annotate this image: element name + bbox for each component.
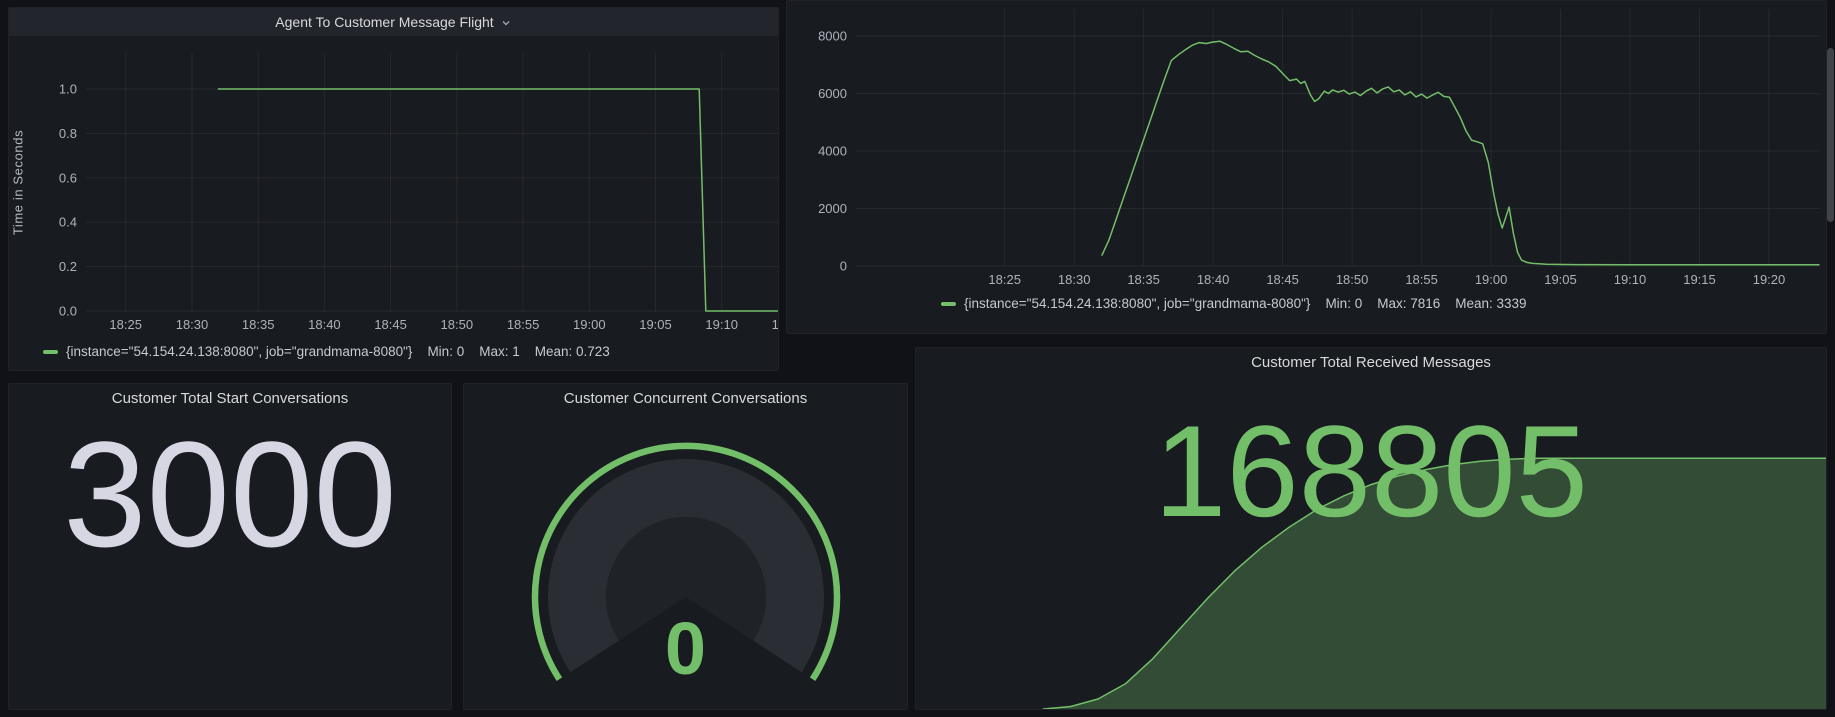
svg-text:18:40: 18:40 <box>308 317 341 332</box>
svg-text:18:50: 18:50 <box>441 317 474 332</box>
panel-title: Customer Total Received Messages <box>916 354 1826 371</box>
panel-agent-to-customer-message-flight: Agent To Customer Message Flight Time in… <box>8 7 779 371</box>
stat-value: 3000 <box>9 412 451 577</box>
svg-text:18:45: 18:45 <box>1266 272 1299 287</box>
legend-mean: Mean: 3339 <box>1455 296 1526 311</box>
panel-customer-total-start-conversations: Customer Total Start Conversations 3000 <box>8 383 452 710</box>
legend-series-name[interactable]: {instance="54.154.24.138:8080", job="gra… <box>964 296 1310 311</box>
series-color-marker[interactable] <box>941 302 956 306</box>
svg-text:0.2: 0.2 <box>59 259 77 274</box>
svg-text:18:35: 18:35 <box>242 317 275 332</box>
svg-text:19:10: 19:10 <box>705 317 738 332</box>
stat-value: 168805 <box>916 401 1826 541</box>
rate-timeseries-chart[interactable]: 18:25 18:30 18:35 18:40 18:45 18:50 18:55 19:00… <box>787 1 1826 297</box>
svg-text:1.0: 1.0 <box>59 82 77 97</box>
svg-text:8000: 8000 <box>818 29 847 44</box>
svg-text:18:45: 18:45 <box>374 317 407 332</box>
svg-text:4000: 4000 <box>818 144 847 159</box>
svg-text:18:55: 18:55 <box>507 317 540 332</box>
svg-text:19:15: 19:15 <box>772 317 779 332</box>
svg-text:0: 0 <box>840 259 847 274</box>
svg-text:19:10: 19:10 <box>1614 272 1647 287</box>
svg-text:0.0: 0.0 <box>59 304 77 319</box>
svg-text:0.8: 0.8 <box>59 126 77 141</box>
legend-max: Max: 7816 <box>1377 296 1440 311</box>
panel-customer-concurrent-conversations: Customer Concurrent Conversations 0 <box>463 383 908 710</box>
svg-text:6000: 6000 <box>818 86 847 101</box>
panel-title: Customer Total Start Conversations <box>9 390 451 407</box>
panel-received-rate: 18:25 18:30 18:35 18:40 18:45 18:50 18:55 19:00… <box>786 0 1827 334</box>
svg-text:18:50: 18:50 <box>1336 272 1369 287</box>
scrollbar-thumb[interactable] <box>1827 48 1834 222</box>
svg-text:19:05: 19:05 <box>639 317 672 332</box>
svg-text:19:00: 19:00 <box>1475 272 1508 287</box>
legend: {instance="54.154.24.138:8080", job="gra… <box>941 296 1527 311</box>
svg-text:18:40: 18:40 <box>1197 272 1230 287</box>
svg-text:18:25: 18:25 <box>988 272 1021 287</box>
legend: {instance="54.154.24.138:8080", job="gra… <box>43 344 610 359</box>
svg-text:19:05: 19:05 <box>1544 272 1577 287</box>
svg-text:19:00: 19:00 <box>573 317 606 332</box>
legend-max: Max: 1 <box>479 344 520 359</box>
svg-text:18:30: 18:30 <box>1058 272 1091 287</box>
panel-customer-total-received-messages: Customer Total Received Messages 168805 <box>915 347 1827 710</box>
svg-text:18:55: 18:55 <box>1405 272 1438 287</box>
svg-text:19:20: 19:20 <box>1753 272 1786 287</box>
legend-series-name[interactable]: {instance="54.154.24.138:8080", job="gra… <box>66 344 412 359</box>
legend-min: Min: 0 <box>427 344 464 359</box>
svg-text:19:15: 19:15 <box>1683 272 1716 287</box>
svg-text:18:35: 18:35 <box>1127 272 1160 287</box>
svg-text:2000: 2000 <box>818 201 847 216</box>
svg-text:0.6: 0.6 <box>59 170 77 185</box>
gauge-value: 0 <box>464 609 907 689</box>
legend-mean: Mean: 0.723 <box>535 344 610 359</box>
flight-timeseries-chart[interactable]: 18:25 18:30 18:35 18:40 18:45 18:50 18:55 19:00… <box>9 8 779 338</box>
grafana-dashboard: Agent To Customer Message Flight Time in… <box>0 0 1835 717</box>
svg-text:18:25: 18:25 <box>109 317 142 332</box>
svg-text:18:30: 18:30 <box>176 317 209 332</box>
series-color-marker[interactable] <box>43 350 58 354</box>
svg-text:0.4: 0.4 <box>59 215 77 230</box>
legend-min: Min: 0 <box>1325 296 1362 311</box>
